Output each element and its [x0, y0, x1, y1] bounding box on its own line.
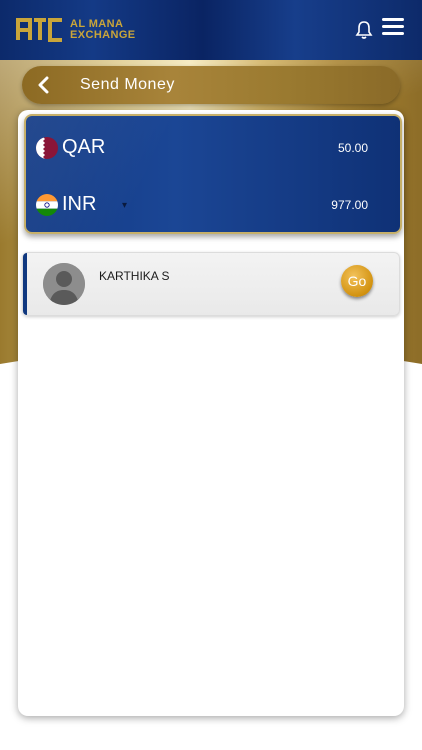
exchange-card: QAR 50.00 INR ▾ 977.00 [24, 114, 402, 234]
from-amount[interactable]: 50.00 [338, 141, 368, 155]
chevron-down-icon[interactable]: ▾ [122, 200, 127, 211]
brand-name-line2: EXCHANGE [70, 29, 136, 41]
avatar [43, 263, 85, 305]
recipient-name: KARTHIKA S [99, 269, 170, 283]
app-header: AL MANA EXCHANGE [0, 0, 422, 60]
recipient-accent-bar [23, 253, 27, 315]
from-currency-code[interactable]: QAR [62, 136, 105, 159]
to-currency-code[interactable]: INR [62, 193, 96, 216]
hamburger-menu-icon[interactable] [382, 18, 404, 38]
india-flag-icon [36, 194, 58, 216]
go-button[interactable]: Go [341, 265, 373, 297]
qatar-flag-icon [36, 137, 58, 159]
bell-icon[interactable] [354, 20, 374, 40]
al-mana-logo [16, 18, 62, 42]
back-arrow-icon[interactable] [36, 76, 50, 94]
brand-name: AL MANA EXCHANGE [70, 19, 136, 41]
to-amount[interactable]: 977.00 [331, 198, 368, 212]
recipient-row[interactable]: KARTHIKA S Go [22, 252, 400, 316]
page-title: Send Money [80, 76, 175, 93]
title-bar: Send Money [22, 66, 400, 104]
